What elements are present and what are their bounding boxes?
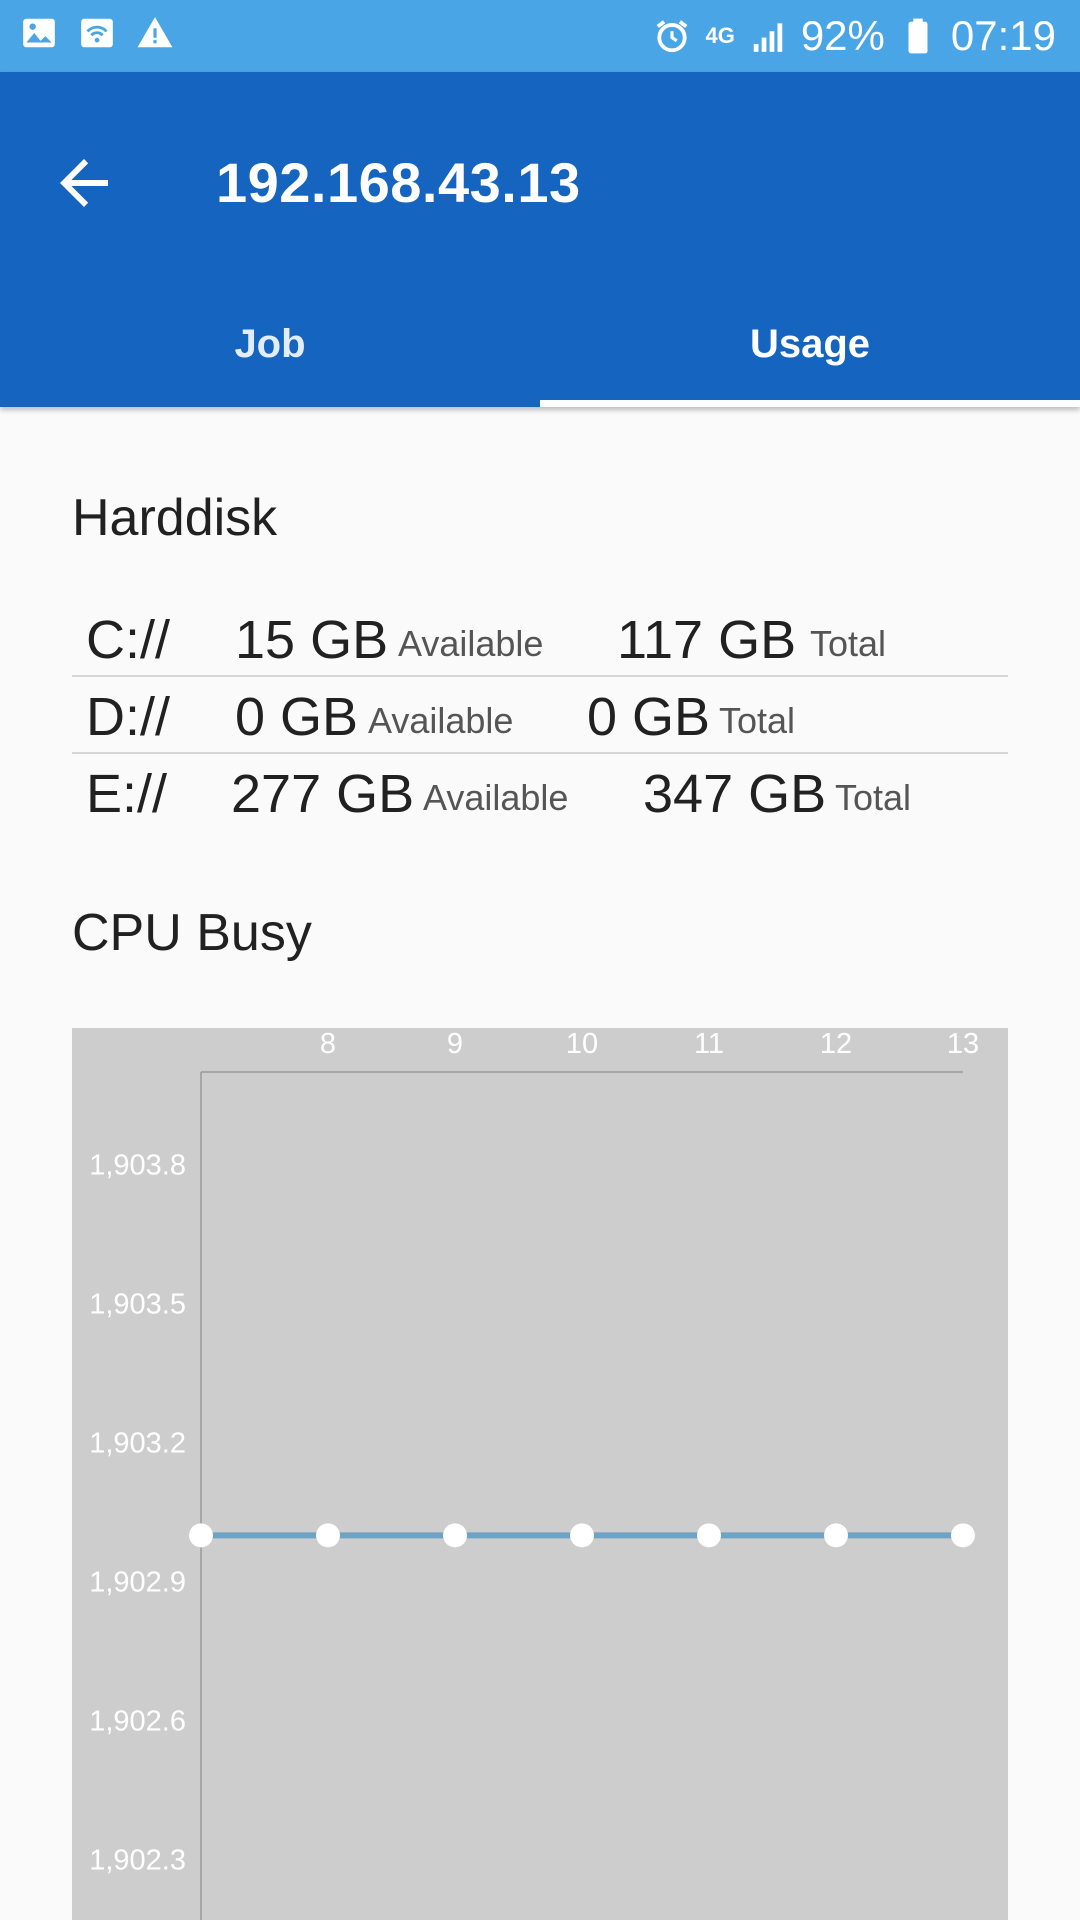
network-type: 4G [705, 23, 735, 48]
y-tick-label: 1,903.8 [89, 1150, 186, 1182]
cpu-chart-svg: 8 9 10 11 12 13 1,903.8 1,903.5 1,903.2 1,902.9 1,… [89, 1028, 979, 1920]
image-icon [23, 18, 55, 48]
alarm-icon [657, 20, 688, 53]
total-value: 347 GB [643, 764, 827, 824]
signal-icon [753, 23, 783, 52]
battery-icon [908, 18, 928, 54]
available-label: Available [398, 623, 544, 664]
tab-job[interactable]: Job [0, 282, 540, 407]
warning-icon [137, 17, 173, 48]
available-value: 15 GB [235, 610, 389, 670]
x-tick-label: 12 [820, 1028, 852, 1060]
total-label: Total [835, 777, 912, 818]
data-point [951, 1523, 975, 1548]
clock: 07:19 [950, 12, 1056, 59]
x-tick-label: 8 [320, 1028, 336, 1060]
available-value: 277 GB [231, 764, 415, 824]
x-tick-label: 13 [947, 1028, 979, 1060]
y-tick-label: 1,902.3 [89, 1845, 186, 1877]
total-label: Total [719, 700, 796, 741]
y-tick-label: 1,902.9 [89, 1567, 186, 1599]
total-label: Total [810, 623, 887, 664]
disk-table: C:// 15 GB Available 117 GB Total D:// 0… [72, 600, 1008, 829]
x-tick-label: 11 [694, 1028, 724, 1060]
total-value: 117 GB [617, 610, 797, 670]
cpu-title: CPU Busy [72, 904, 312, 962]
arrow-back-icon [60, 159, 108, 207]
data-point [316, 1523, 340, 1548]
drive-name: D:// [86, 687, 171, 747]
data-point [443, 1523, 467, 1548]
back-button[interactable] [48, 147, 120, 219]
available-label: Available [368, 700, 514, 741]
wifi-icon [81, 18, 113, 48]
drive-name: C:// [86, 610, 171, 670]
y-tick-label: 1,903.5 [89, 1289, 186, 1321]
tab-usage[interactable]: Usage [540, 282, 1080, 407]
data-point [824, 1523, 848, 1548]
status-bar: 4G 92% 07:19 [0, 0, 1080, 72]
available-value: 0 GB [235, 687, 359, 747]
disk-row-c: C:// 15 GB Available 117 GB Total [72, 600, 1008, 677]
battery-percent: 92% [800, 12, 885, 59]
total-value: 0 GB [587, 687, 711, 747]
disk-row-e: E:// 277 GB Available 347 GB Total [72, 754, 1008, 829]
x-tick-label: 9 [447, 1028, 463, 1060]
data-point [189, 1523, 213, 1548]
data-point [697, 1523, 721, 1548]
disk-row-d: D:// 0 GB Available 0 GB Total [72, 677, 1008, 754]
app-bar: 192.168.43.13 Job Usage [0, 72, 1080, 407]
drive-name: E:// [86, 764, 168, 824]
y-tick-label: 1,903.2 [89, 1428, 186, 1460]
page-title: 192.168.43.13 [216, 151, 581, 214]
y-tick-label: 1,902.6 [89, 1706, 186, 1738]
harddisk-title: Harddisk [72, 489, 278, 547]
x-tick-label: 10 [566, 1028, 598, 1060]
available-label: Available [423, 777, 569, 818]
cpu-chart: 8 9 10 11 12 13 1,903.8 1,903.5 1,903.2 1,902.9 1,… [72, 1028, 1008, 1920]
data-point [570, 1523, 594, 1548]
tab-indicator [540, 400, 1080, 407]
